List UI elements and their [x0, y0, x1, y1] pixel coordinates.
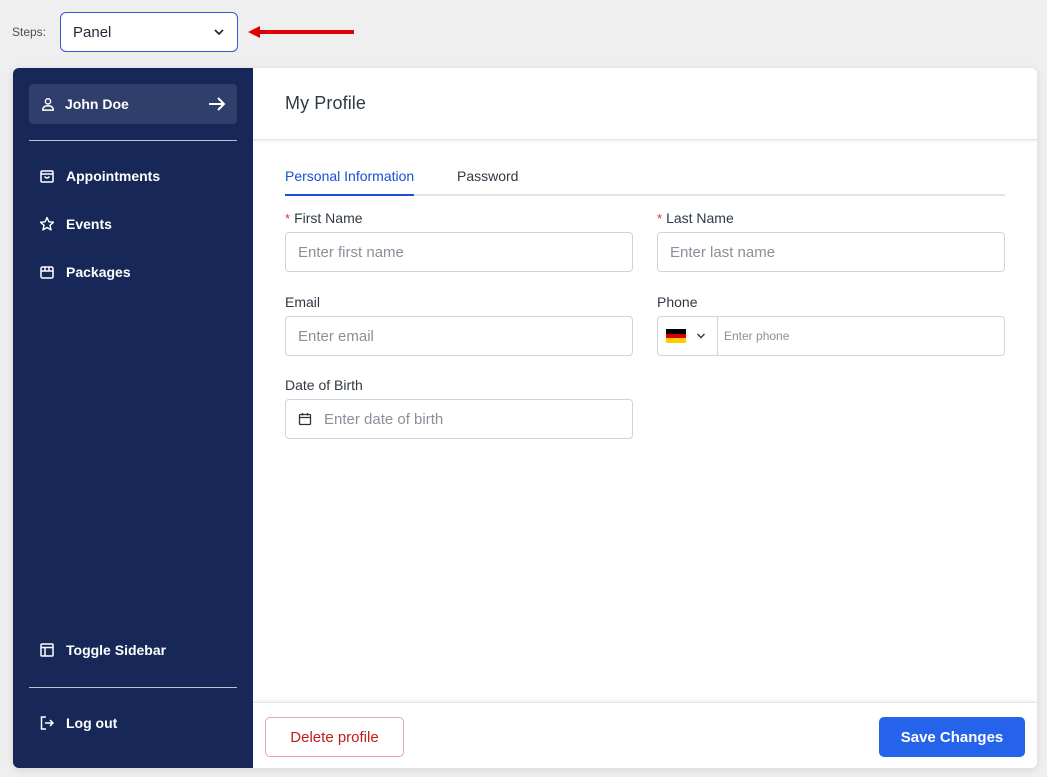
last-name-input[interactable]: Enter last name — [657, 232, 1005, 272]
page-title: My Profile — [285, 93, 367, 113]
sidebar-divider — [29, 687, 237, 688]
tab-password[interactable]: Password — [457, 168, 518, 194]
delete-profile-button[interactable]: Delete profile — [265, 717, 404, 757]
last-name-label: Last Name — [666, 210, 734, 226]
email-label: Email — [285, 294, 321, 310]
country-code-select[interactable] — [658, 317, 718, 355]
arrow-right-icon — [209, 97, 226, 111]
sidebar-item-appointments[interactable]: Appointments — [39, 164, 160, 188]
date-of-birth-placeholder: Enter date of birth — [324, 410, 444, 428]
phone-label: Phone — [657, 294, 698, 310]
sidebar-item-events[interactable]: Events — [39, 212, 112, 236]
chevron-down-icon — [697, 333, 705, 339]
steps-select[interactable]: Panel — [60, 12, 238, 52]
steps-label: Steps: — [12, 25, 47, 39]
phone-input-group: Enter phone — [657, 316, 1005, 356]
app-window: John Doe Appointments Events Packages To… — [13, 68, 1037, 768]
sidebar-item-label: Packages — [66, 264, 131, 280]
last-name-placeholder: Enter last name — [670, 243, 776, 261]
tab-personal-information[interactable]: Personal Information — [285, 168, 415, 196]
date-of-birth-label: Date of Birth — [285, 377, 363, 393]
calendar-icon — [298, 413, 312, 426]
germany-flag-icon — [666, 329, 686, 344]
first-name-input[interactable]: Enter first name — [285, 232, 633, 272]
email-input[interactable]: Enter email — [285, 316, 633, 356]
user-icon — [42, 98, 54, 111]
phone-field: Phone Enter phone — [657, 294, 1005, 356]
sidebar-item-label: Appointments — [66, 168, 161, 184]
chevron-down-icon — [214, 29, 224, 36]
package-icon — [40, 266, 54, 279]
logout-button[interactable]: Log out — [39, 711, 117, 735]
phone-input[interactable]: Enter phone — [718, 329, 789, 343]
toggle-sidebar-button[interactable]: Toggle Sidebar — [39, 638, 166, 662]
save-changes-button[interactable]: Save Changes — [879, 717, 1025, 757]
required-marker: * — [285, 211, 291, 226]
user-name: John Doe — [65, 96, 129, 112]
email-placeholder: Enter email — [298, 327, 374, 345]
last-name-field: * Last Name Enter last name — [657, 210, 1005, 272]
user-profile-button[interactable]: John Doe — [29, 84, 237, 124]
steps-control: Steps: Panel — [12, 12, 238, 52]
main-content: My Profile Personal Information Password… — [253, 68, 1037, 768]
date-of-birth-input[interactable]: Enter date of birth — [285, 399, 633, 439]
annotation-arrow-icon — [248, 26, 354, 38]
date-of-birth-field: Date of Birth Enter date of birth — [285, 377, 633, 439]
layout-sidebar-icon — [40, 643, 54, 657]
tab-bar: Personal Information Password — [285, 162, 1005, 196]
first-name-field: * First Name Enter first name — [285, 210, 633, 272]
logout-label: Log out — [66, 715, 118, 731]
shopping-bag-icon — [40, 170, 54, 183]
star-icon — [39, 216, 55, 231]
form-footer: Delete profile Save Changes — [253, 702, 1037, 768]
first-name-placeholder: Enter first name — [298, 243, 404, 261]
steps-selected-value: Panel — [73, 23, 112, 41]
logout-icon — [40, 716, 55, 730]
sidebar: John Doe Appointments Events Packages To… — [13, 68, 253, 768]
page-header: My Profile — [253, 68, 1037, 140]
required-marker: * — [657, 211, 663, 226]
toggle-sidebar-label: Toggle Sidebar — [66, 642, 167, 658]
first-name-label: First Name — [294, 210, 363, 226]
sidebar-item-label: Events — [66, 216, 112, 232]
sidebar-divider — [29, 140, 237, 141]
email-field: Email Enter email — [285, 294, 633, 356]
sidebar-item-packages[interactable]: Packages — [39, 260, 131, 284]
